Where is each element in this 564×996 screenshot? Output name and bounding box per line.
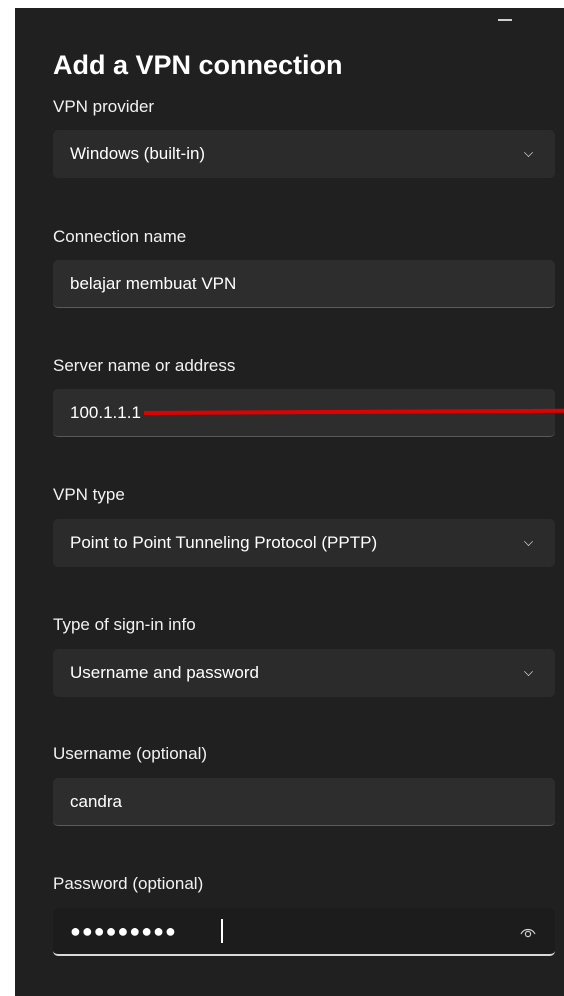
server-label: Server name or address xyxy=(53,356,236,375)
eye-icon[interactable] xyxy=(519,923,537,941)
chevron-down-icon xyxy=(524,148,533,157)
background-strip xyxy=(0,0,15,996)
password-masked-value: ●●●●●●●●● xyxy=(70,921,177,941)
vpn-provider-value: Windows (built-in) xyxy=(70,144,206,163)
minimize-icon[interactable] xyxy=(498,19,512,21)
vpn-dialog: Add a VPN connection VPN provider Window… xyxy=(15,8,564,996)
chevron-down-icon xyxy=(524,667,533,676)
username-input[interactable]: candra xyxy=(53,778,555,826)
vpn-provider-label: VPN provider xyxy=(53,97,155,116)
username-label: Username (optional) xyxy=(53,744,208,763)
chevron-down-icon xyxy=(524,537,533,546)
server-address-value: 100.1.1.1 xyxy=(70,403,141,422)
vpn-type-dropdown[interactable]: Point to Point Tunneling Protocol (PPTP) xyxy=(53,519,555,567)
sign-in-type-value: Username and password xyxy=(70,663,259,682)
dialog-title: Add a VPN connection xyxy=(53,50,343,80)
connection-name-input[interactable]: belajar membuat VPN xyxy=(53,260,555,308)
password-input[interactable]: ●●●●●●●●● xyxy=(53,908,555,956)
connection-name-label: Connection name xyxy=(53,227,187,246)
vpn-type-label: VPN type xyxy=(53,485,125,504)
vpn-provider-dropdown[interactable]: Windows (built-in) xyxy=(53,130,555,178)
vpn-type-value: Point to Point Tunneling Protocol (PPTP) xyxy=(70,533,378,552)
connection-name-value: belajar membuat VPN xyxy=(70,274,237,293)
sign-in-type-dropdown[interactable]: Username and password xyxy=(53,649,555,697)
username-value: candra xyxy=(70,792,122,811)
text-cursor xyxy=(221,919,223,943)
sign-in-type-label: Type of sign-in info xyxy=(53,615,196,634)
password-label: Password (optional) xyxy=(53,874,204,893)
